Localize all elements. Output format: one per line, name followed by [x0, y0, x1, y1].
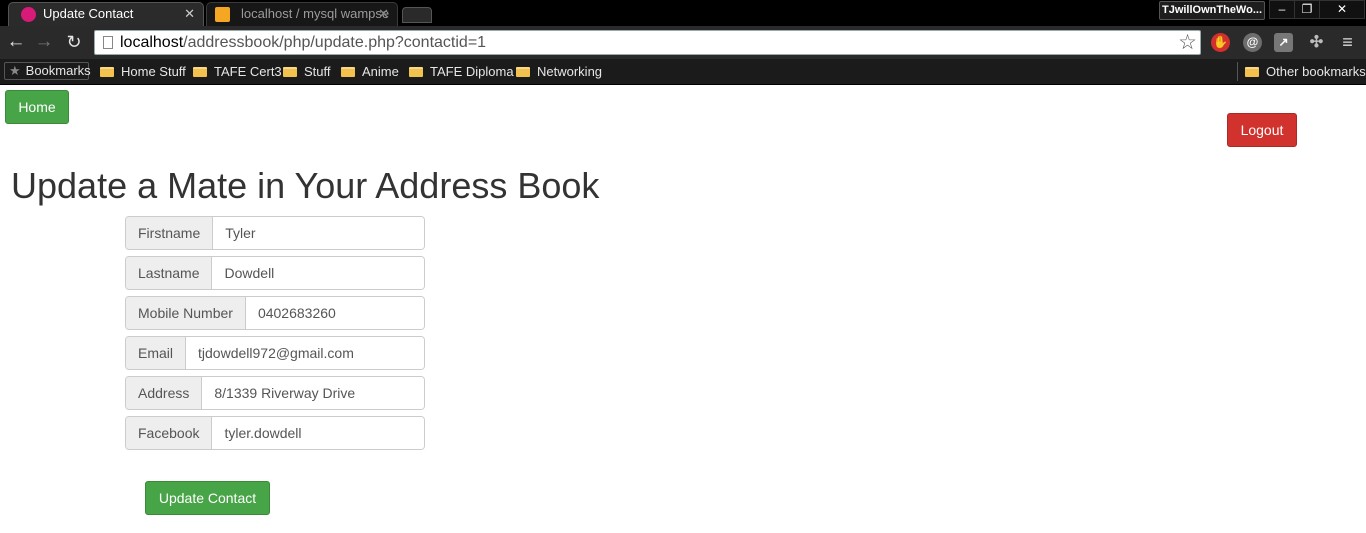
email-label: Email	[126, 337, 187, 369]
firstname-field-group: Firstname	[125, 216, 425, 250]
url-host: localhost	[120, 34, 184, 51]
extension-puzzle-icon[interactable]: ✣	[1307, 33, 1326, 52]
bookmark-folder[interactable]: Home Stuff	[100, 62, 186, 81]
bookmark-folder[interactable]: Anime	[341, 62, 399, 81]
address-bar[interactable]: localhost/addressbook/php/update.php?con…	[94, 30, 1201, 55]
extension-circle-icon[interactable]: @	[1243, 33, 1262, 52]
mobile-label: Mobile Number	[126, 297, 246, 329]
bookmark-label: TAFE Diploma	[430, 64, 514, 79]
tab-phpmyadmin[interactable]: localhost / mysql wampse ✕	[206, 2, 398, 26]
tab-close-icon[interactable]: ✕	[378, 6, 389, 22]
page-icon	[103, 36, 113, 49]
email-field-group: Email	[125, 336, 425, 370]
bookmark-star-icon[interactable]: ☆	[1178, 31, 1197, 54]
maximize-button[interactable]: ❐	[1294, 0, 1320, 19]
tab-update-contact[interactable]: Update Contact ✕	[8, 2, 204, 26]
extension-arrow-icon[interactable]: ↗	[1274, 33, 1293, 52]
reload-icon[interactable]: ↻	[63, 32, 85, 52]
adblock-extension-icon[interactable]: ✋	[1211, 33, 1230, 52]
firstname-input[interactable]	[213, 217, 424, 249]
facebook-label: Facebook	[126, 417, 213, 449]
folder-icon	[1245, 67, 1259, 77]
minimize-button[interactable]: –	[1269, 0, 1295, 19]
tab-close-icon[interactable]: ✕	[184, 6, 195, 22]
browser-toolbar: ← → ↻ localhost/addressbook/php/update.p…	[0, 26, 1366, 59]
facebook-input[interactable]	[212, 417, 424, 449]
lastname-input[interactable]	[212, 257, 424, 289]
home-button[interactable]: Home	[5, 90, 69, 124]
back-arrow-icon[interactable]: ←	[5, 32, 27, 52]
address-url[interactable]: localhost/addressbook/php/update.php?con…	[120, 34, 486, 52]
facebook-field-group: Facebook	[125, 416, 425, 450]
forward-arrow-icon[interactable]: →	[33, 32, 55, 52]
lastname-field-group: Lastname	[125, 256, 425, 290]
phpmyadmin-favicon-icon	[215, 7, 230, 22]
bookmark-label: Home Stuff	[121, 64, 186, 79]
mobile-input[interactable]	[245, 297, 424, 329]
bookmark-label: Networking	[537, 64, 603, 79]
site-favicon-icon	[21, 7, 36, 22]
bookmark-label: TAFE Cert3	[214, 64, 282, 79]
bookmark-folder[interactable]: TAFE Diploma	[409, 62, 514, 81]
page-title: Update a Mate in Your Address Book	[11, 165, 600, 206]
url-path: /addressbook/php/update.php?contactid=1	[183, 34, 487, 51]
bookmark-label: Stuff	[304, 64, 331, 79]
address-input[interactable]	[202, 377, 424, 409]
email-input[interactable]	[186, 337, 424, 369]
bookmarks-button[interactable]: ★ Bookmarks	[4, 62, 91, 80]
tab-title: Update Contact	[43, 6, 134, 21]
bookmark-folder[interactable]: TAFE Cert3	[193, 62, 282, 81]
other-bookmarks-folder[interactable]: Other bookmarks	[1245, 62, 1366, 81]
close-window-button[interactable]: ✕	[1319, 0, 1365, 19]
tab-strip: Update Contact ✕ localhost / mysql wamps…	[0, 0, 1366, 26]
update-contact-button[interactable]: Update Contact	[145, 481, 270, 515]
bookmark-label: Other bookmarks	[1266, 64, 1366, 79]
bookmarks-divider	[1237, 62, 1238, 81]
folder-icon	[283, 67, 297, 77]
logout-button[interactable]: Logout	[1227, 113, 1297, 147]
chrome-menu-icon[interactable]: ≡	[1338, 33, 1357, 52]
folder-icon	[193, 67, 207, 77]
bookmarks-bar: ★ Bookmarks Home Stuff TAFE Cert3 Stuff A…	[0, 59, 1366, 85]
star-icon: ★	[9, 63, 21, 78]
bookmark-folder[interactable]: Stuff	[283, 62, 331, 81]
firstname-label: Firstname	[126, 217, 214, 249]
folder-icon	[100, 67, 114, 77]
bookmark-folder[interactable]: Networking	[516, 62, 602, 81]
folder-icon	[516, 67, 530, 77]
bookmark-label: Anime	[362, 64, 399, 79]
lastname-label: Lastname	[126, 257, 213, 289]
bookmarks-label: Bookmarks	[25, 63, 91, 78]
new-tab-button[interactable]	[402, 7, 432, 23]
profile-button[interactable]: TJwillOwnTheWo...	[1159, 1, 1265, 20]
address-field-group: Address	[125, 376, 425, 410]
folder-icon	[409, 67, 423, 77]
folder-icon	[341, 67, 355, 77]
tab-title: localhost / mysql wampse	[241, 6, 390, 21]
address-label: Address	[126, 377, 203, 409]
mobile-field-group: Mobile Number	[125, 296, 425, 330]
